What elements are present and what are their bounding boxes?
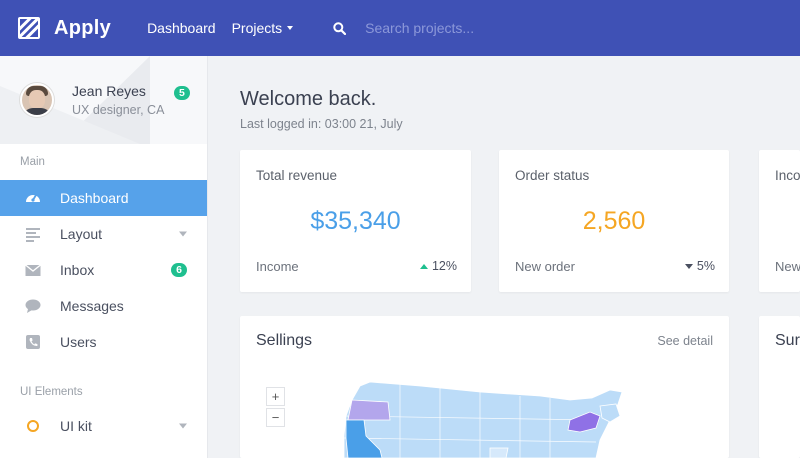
logo-icon xyxy=(18,17,40,39)
sidebar-item-label: Inbox xyxy=(60,262,95,278)
side-card: Sur xyxy=(759,316,800,458)
sidebar-item-messages[interactable]: Messages xyxy=(0,288,207,324)
top-nav: Dashboard Projects xyxy=(147,20,309,36)
nav-dashboard-link[interactable]: Dashboard xyxy=(147,20,216,36)
side-card-title: Sur xyxy=(775,332,800,349)
card-foot: New xyxy=(775,259,800,274)
card-value: $35,340 xyxy=(310,207,401,235)
avatar xyxy=(20,83,54,117)
sidebar-item-label: Messages xyxy=(60,298,124,314)
card-title: Total revenue xyxy=(256,168,338,183)
layout-icon xyxy=(24,225,42,243)
sidebar-item-inbox[interactable]: Inbox 6 xyxy=(0,252,207,288)
revenue-card: Total revenue $35,340 Income 12% xyxy=(240,150,471,292)
chevron-down-icon xyxy=(179,231,187,237)
card-delta-value: 5% xyxy=(696,259,715,273)
search-icon[interactable] xyxy=(329,18,349,38)
dashboard-icon xyxy=(24,189,42,207)
caret-down-icon xyxy=(287,26,294,30)
order-status-card: Order status 2,560 New order 5% xyxy=(499,150,729,292)
profile-role: UX designer, CA xyxy=(72,103,165,117)
sidebar-item-label: Dashboard xyxy=(60,190,129,206)
card-title: Inco xyxy=(775,168,800,183)
nav-projects-label: Projects xyxy=(231,20,283,36)
sidebar-item-dashboard[interactable]: Dashboard xyxy=(0,180,207,216)
trend-up-icon xyxy=(419,263,428,269)
sidebar-item-users[interactable]: Users xyxy=(0,324,207,360)
trend-down-icon xyxy=(684,263,693,269)
card-delta-value: 12% xyxy=(431,259,457,273)
card-delta: 5% xyxy=(684,259,715,273)
page-title: Welcome back. xyxy=(240,88,377,110)
sidebar-item-label: Layout xyxy=(60,226,103,242)
usa-map[interactable] xyxy=(240,316,729,458)
chevron-down-icon xyxy=(179,423,187,429)
profile-badge: 5 xyxy=(174,86,190,100)
search-input[interactable] xyxy=(365,20,566,36)
income-card: Inco New xyxy=(759,150,800,292)
last-login-text: Last logged in: 03:00 21, July xyxy=(240,117,403,131)
inbox-badge: 6 xyxy=(171,263,187,277)
map-region-oregon xyxy=(347,399,391,421)
circle-icon xyxy=(24,417,42,435)
card-foot: Income xyxy=(256,259,299,274)
app-logo[interactable]: Apply xyxy=(18,17,111,40)
card-title: Order status xyxy=(515,168,590,183)
sidebar-item-label: UI kit xyxy=(60,418,92,434)
section-label-main: Main xyxy=(20,156,45,168)
sidebar-item-label: Users xyxy=(60,334,97,350)
card-delta: 12% xyxy=(419,259,457,273)
profile-card[interactable]: Jean Reyes UX designer, CA 5 xyxy=(0,56,207,144)
top-bar: Apply Dashboard Projects xyxy=(0,0,800,56)
app-name: Apply xyxy=(54,16,112,39)
sidebar: Jean Reyes UX designer, CA 5 Main Dashbo… xyxy=(0,56,208,458)
search-bar xyxy=(329,18,566,38)
phone-icon xyxy=(24,333,42,351)
sidebar-item-layout[interactable]: Layout xyxy=(0,216,207,252)
section-label-ui-elements: UI Elements xyxy=(20,386,83,398)
mail-icon xyxy=(24,261,42,279)
card-value: 2,560 xyxy=(582,207,646,235)
chat-icon xyxy=(24,297,42,315)
sellings-card: Sellings See detail + − xyxy=(240,316,729,458)
profile-name: Jean Reyes xyxy=(72,83,146,99)
card-foot: New order xyxy=(515,259,575,274)
nav-projects-dropdown[interactable]: Projects xyxy=(232,20,294,36)
sidebar-item-ui-kit[interactable]: UI kit xyxy=(0,408,207,444)
